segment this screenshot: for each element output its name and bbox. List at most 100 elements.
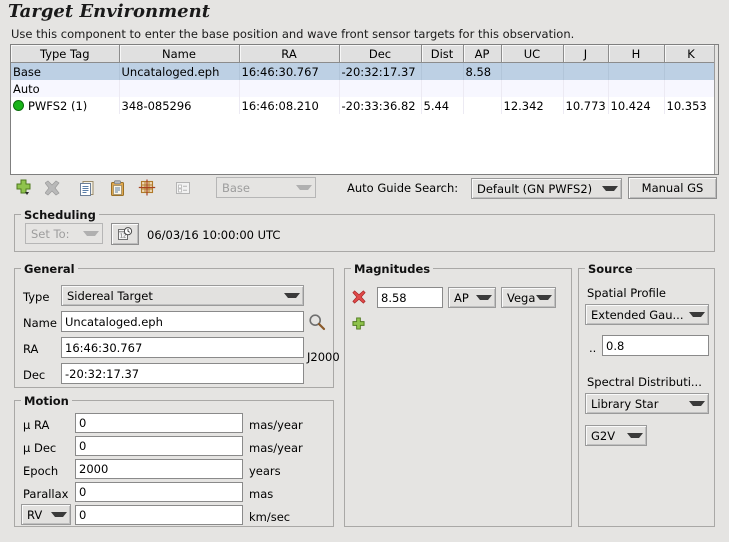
- dec-input[interactable]: -20:32:17.37: [61, 363, 304, 384]
- properties-list-icon: [176, 182, 190, 194]
- auto-guide-search-combo[interactable]: Default (GN PWFS2): [471, 178, 622, 199]
- ra-input[interactable]: 16:46:30.767: [61, 337, 304, 358]
- cell-type-tag-label: PWFS2 (1): [28, 98, 88, 113]
- remove-target-button[interactable]: [40, 176, 66, 200]
- chevron-down-icon: [536, 295, 552, 300]
- pm-dec-unit: mas/year: [249, 441, 303, 455]
- spectral-distribution-combo[interactable]: Library Star: [585, 393, 709, 414]
- cell-k: [664, 80, 718, 97]
- parallax-unit: mas: [249, 487, 274, 501]
- add-target-button[interactable]: [12, 176, 38, 200]
- column-header-uc[interactable]: UC: [501, 45, 564, 63]
- pm-dec-label: μ Dec: [23, 441, 57, 455]
- svg-text:12: 12: [120, 234, 126, 240]
- target-properties-button[interactable]: [170, 176, 196, 200]
- add-magnitude-button[interactable]: [352, 317, 365, 330]
- motion-legend: Motion: [21, 394, 72, 408]
- parallax-label: Parallax: [23, 487, 69, 501]
- spectral-distribution-value: Library Star: [591, 396, 659, 411]
- cell-k: [664, 62, 718, 80]
- scheduling-legend: Scheduling: [21, 208, 99, 222]
- target-grid-icon: [138, 179, 156, 196]
- rv-type-combo[interactable]: RV: [21, 504, 71, 525]
- cell-uc: 12.342: [501, 97, 564, 114]
- cell-type-tag: Base: [11, 62, 120, 80]
- copy-target-button[interactable]: [74, 176, 100, 200]
- pm-ra-input[interactable]: 0: [75, 413, 243, 433]
- cell-dec: -20:32:17.37: [339, 62, 422, 80]
- fwhm-label: ..: [589, 341, 597, 355]
- cell-type-tag: Auto: [11, 80, 120, 97]
- column-header-j[interactable]: J: [563, 45, 609, 63]
- auto-guide-search-value: Default (GN PWFS2): [477, 181, 593, 196]
- general-panel: General Type Sidereal Target Name Uncata…: [14, 262, 340, 388]
- chevron-down-icon: [627, 433, 643, 438]
- epoch-label: Epoch: [23, 464, 59, 478]
- paste-icon: [110, 179, 124, 196]
- target-type-select[interactable]: Sidereal Target: [61, 285, 304, 306]
- column-header-dec[interactable]: Dec: [339, 45, 422, 63]
- cell-uc: [501, 80, 564, 97]
- spatial-profile-combo[interactable]: Extended Gau...: [585, 304, 709, 325]
- column-header-ap[interactable]: AP: [463, 45, 502, 63]
- cell-name: 348-085296: [119, 97, 240, 114]
- manual-gs-button[interactable]: Manual GS: [628, 177, 717, 199]
- star-type-value: G2V: [591, 428, 616, 443]
- chevron-down-icon: [83, 231, 99, 236]
- clock-schedule-icon: 12: [118, 227, 133, 240]
- chevron-down-icon: [476, 295, 492, 300]
- scheduling-panel: Scheduling Set To: 12 06/03/16 10:00:00 …: [14, 208, 715, 252]
- table-row[interactable]: PWFS2 (1) 348-085296 16:46:08.210 -20:33…: [11, 97, 718, 114]
- column-header-k[interactable]: K: [664, 45, 718, 63]
- magnitude-value-input[interactable]: 8.58: [377, 287, 443, 308]
- spatial-profile-label: Spatial Profile: [587, 286, 667, 300]
- table-row[interactable]: Auto: [11, 80, 718, 97]
- schedule-datetime: 06/03/16 10:00:00 UTC: [147, 228, 281, 242]
- star-type-combo[interactable]: G2V: [585, 425, 647, 446]
- pm-ra-unit: mas/year: [249, 418, 303, 432]
- fwhm-input[interactable]: 0.8: [602, 335, 709, 356]
- general-legend: General: [21, 262, 78, 276]
- chevron-down-icon: [51, 512, 67, 517]
- copy-icon: [79, 180, 93, 196]
- column-header-h[interactable]: H: [608, 45, 665, 63]
- table-row[interactable]: Base Uncataloged.eph 16:46:30.767 -20:32…: [11, 62, 718, 80]
- cell-dist: 5.44: [421, 97, 464, 114]
- cell-j: [563, 62, 609, 80]
- target-grid-button[interactable]: [134, 176, 160, 200]
- parallax-input[interactable]: 0: [75, 482, 243, 502]
- pm-dec-input[interactable]: 0: [75, 436, 243, 456]
- name-search-button[interactable]: [308, 313, 326, 331]
- epoch-input[interactable]: 2000: [75, 459, 243, 479]
- cell-k: 10.353: [664, 97, 718, 114]
- table-vertical-scrollbar[interactable]: [714, 45, 718, 174]
- source-panel: Source Spatial Profile Extended Gau... .…: [578, 262, 715, 527]
- type-label: Type: [23, 290, 50, 304]
- target-type-combo[interactable]: Base: [216, 177, 316, 198]
- set-to-combo[interactable]: Set To:: [25, 223, 103, 244]
- magnitude-band-combo[interactable]: AP: [448, 287, 496, 308]
- remove-magnitude-button[interactable]: [352, 290, 366, 304]
- cell-dec: -20:33:36.82: [339, 97, 422, 114]
- guide-star-status-icon: [13, 99, 24, 111]
- target-table-grid: Type Tag Name RA Dec Dist AP UC J H K Ba…: [11, 45, 718, 114]
- column-header-name[interactable]: Name: [119, 45, 240, 63]
- rv-input[interactable]: 0: [75, 505, 243, 525]
- cell-h: [608, 62, 665, 80]
- name-input[interactable]: Uncataloged.eph: [61, 311, 304, 332]
- name-label: Name: [23, 316, 57, 330]
- set-schedule-time-button[interactable]: 12: [111, 223, 139, 245]
- pm-ra-label: μ RA: [23, 418, 50, 432]
- magnitude-system-combo[interactable]: Vega: [501, 287, 556, 308]
- chevron-down-icon: [296, 185, 312, 190]
- column-header-ra[interactable]: RA: [239, 45, 340, 63]
- column-header-type-tag[interactable]: Type Tag: [11, 45, 120, 63]
- paste-target-button[interactable]: [104, 176, 130, 200]
- cell-h: 10.424: [608, 97, 665, 114]
- column-header-dist[interactable]: Dist: [421, 45, 464, 63]
- cell-dist: [421, 80, 464, 97]
- page-description: Use this component to enter the base pos…: [11, 27, 575, 41]
- magnitude-system-value: Vega: [507, 290, 536, 305]
- chevron-down-icon: [689, 401, 705, 406]
- target-table[interactable]: Type Tag Name RA Dec Dist AP UC J H K Ba…: [10, 44, 719, 175]
